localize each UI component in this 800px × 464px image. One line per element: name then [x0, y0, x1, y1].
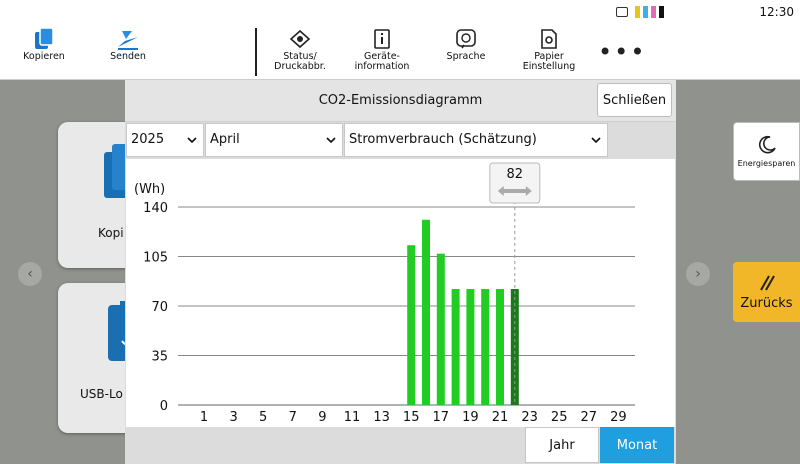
bar-day-15	[407, 245, 416, 405]
chevron-right-icon: ›	[695, 266, 701, 282]
x-tick-label-15: 15	[403, 410, 420, 425]
toolbar-send[interactable]: Senden	[88, 24, 168, 80]
x-tick-label-29: 29	[610, 410, 627, 425]
co2-dialog: CO2-Emissionsdiagramm Schließen 2025 Apr…	[125, 80, 676, 464]
home-tile-usb-label: USB-Lo	[80, 387, 123, 401]
year-view-button[interactable]: Jahr	[525, 427, 599, 463]
toner-level-indicator	[635, 6, 664, 18]
x-tick-label-7: 7	[289, 410, 297, 425]
month-view-button[interactable]: Monat	[600, 427, 674, 463]
reset-button[interactable]: Zurücks	[733, 262, 800, 322]
toner-cyan	[643, 6, 648, 18]
metric-dropdown-value: Stromverbrauch (Schätzung)	[349, 132, 537, 147]
chevron-down-icon	[326, 137, 336, 144]
x-tick-label-3: 3	[229, 410, 237, 425]
chevron-down-icon	[591, 137, 601, 144]
selection-value-label: 82	[507, 167, 524, 182]
page-right-button[interactable]: ›	[686, 262, 710, 286]
energy-saver-button[interactable]: Energiesparen	[733, 122, 800, 181]
month-dropdown-value: April	[210, 132, 240, 147]
reset-icon	[759, 275, 775, 290]
x-tick-label-17: 17	[433, 410, 450, 425]
send-icon	[118, 31, 138, 50]
y-tick-label-105: 105	[143, 251, 168, 266]
clock: 12:30	[759, 5, 794, 19]
info-icon	[374, 29, 390, 49]
x-tick-label-9: 9	[318, 410, 326, 425]
x-tick-label-5: 5	[259, 410, 267, 425]
year-dropdown[interactable]: 2025	[126, 123, 204, 157]
dialog-title: CO2-Emissionsdiagramm	[318, 93, 483, 108]
moon-icon	[758, 135, 776, 154]
y-tick-label-140: 140	[143, 201, 168, 216]
paper-settings-icon	[541, 29, 557, 49]
bar-day-19	[466, 289, 475, 405]
chevron-down-icon	[187, 137, 197, 144]
metric-dropdown[interactable]: Stromverbrauch (Schätzung)	[344, 123, 608, 157]
toolbar-copy[interactable]: Kopieren	[4, 24, 84, 80]
toolbar-language[interactable]: Sprache	[426, 24, 506, 80]
language-icon	[456, 29, 476, 49]
bar-day-20	[481, 289, 490, 405]
close-button[interactable]: Schließen	[597, 83, 672, 117]
home-tile-copy-label: Kopi	[98, 226, 124, 240]
consumption-chart: (Wh)035701051401 3 5 7 9 11 13 15 17 19 21 23 25 27 29…	[134, 162, 635, 425]
y-tick-label-70: 70	[151, 300, 168, 315]
x-tick-label-19: 19	[462, 410, 479, 425]
y-axis-label: (Wh)	[134, 182, 165, 197]
x-tick-label-23: 23	[521, 410, 538, 425]
top-toolbar: Kopieren Senden Status/ Druckabbr. Gerät…	[0, 24, 800, 80]
bar-day-21	[496, 289, 504, 405]
month-dropdown[interactable]: April	[205, 123, 343, 157]
toner-black	[659, 6, 664, 18]
toolbar-status[interactable]: Status/ Druckabbr.	[260, 24, 340, 80]
toner-magenta	[651, 6, 656, 18]
copy-icon	[35, 27, 54, 49]
x-tick-label-11: 11	[344, 410, 361, 425]
status-bar: 12:30	[0, 0, 800, 24]
toolbar-paper-settings[interactable]: Papier Einstellung	[509, 24, 589, 80]
page-left-button[interactable]: ‹	[18, 262, 42, 286]
chart-area: (Wh) 0 35 70 105 140 1 3 5 7 9 11 13 15 17 19 21 23 25 27 29…	[126, 159, 675, 427]
toner-yellow	[635, 6, 640, 18]
more-menu-button[interactable]: •••	[598, 38, 646, 66]
x-tick-label-1: 1	[200, 410, 208, 425]
dialog-header: CO2-Emissionsdiagramm Schließen	[125, 80, 676, 122]
toolbar-device-info[interactable]: Geräte- information	[342, 24, 422, 80]
bar-day-17	[436, 253, 445, 405]
toolbar-separator	[255, 28, 257, 76]
y-tick-label-0: 0	[160, 399, 168, 414]
chevron-left-icon: ‹	[27, 266, 33, 282]
x-tick-label-27: 27	[581, 410, 598, 425]
x-tick-label-21: 21	[492, 410, 509, 425]
x-tick-label-25: 25	[551, 410, 568, 425]
year-dropdown-value: 2025	[131, 132, 165, 147]
bar-day-16	[422, 219, 430, 405]
x-tick-label-13: 13	[373, 410, 390, 425]
y-tick-label-35: 35	[151, 350, 168, 365]
status-icon	[289, 29, 311, 49]
cast-icon	[616, 7, 628, 17]
bar-day-18	[451, 289, 460, 405]
